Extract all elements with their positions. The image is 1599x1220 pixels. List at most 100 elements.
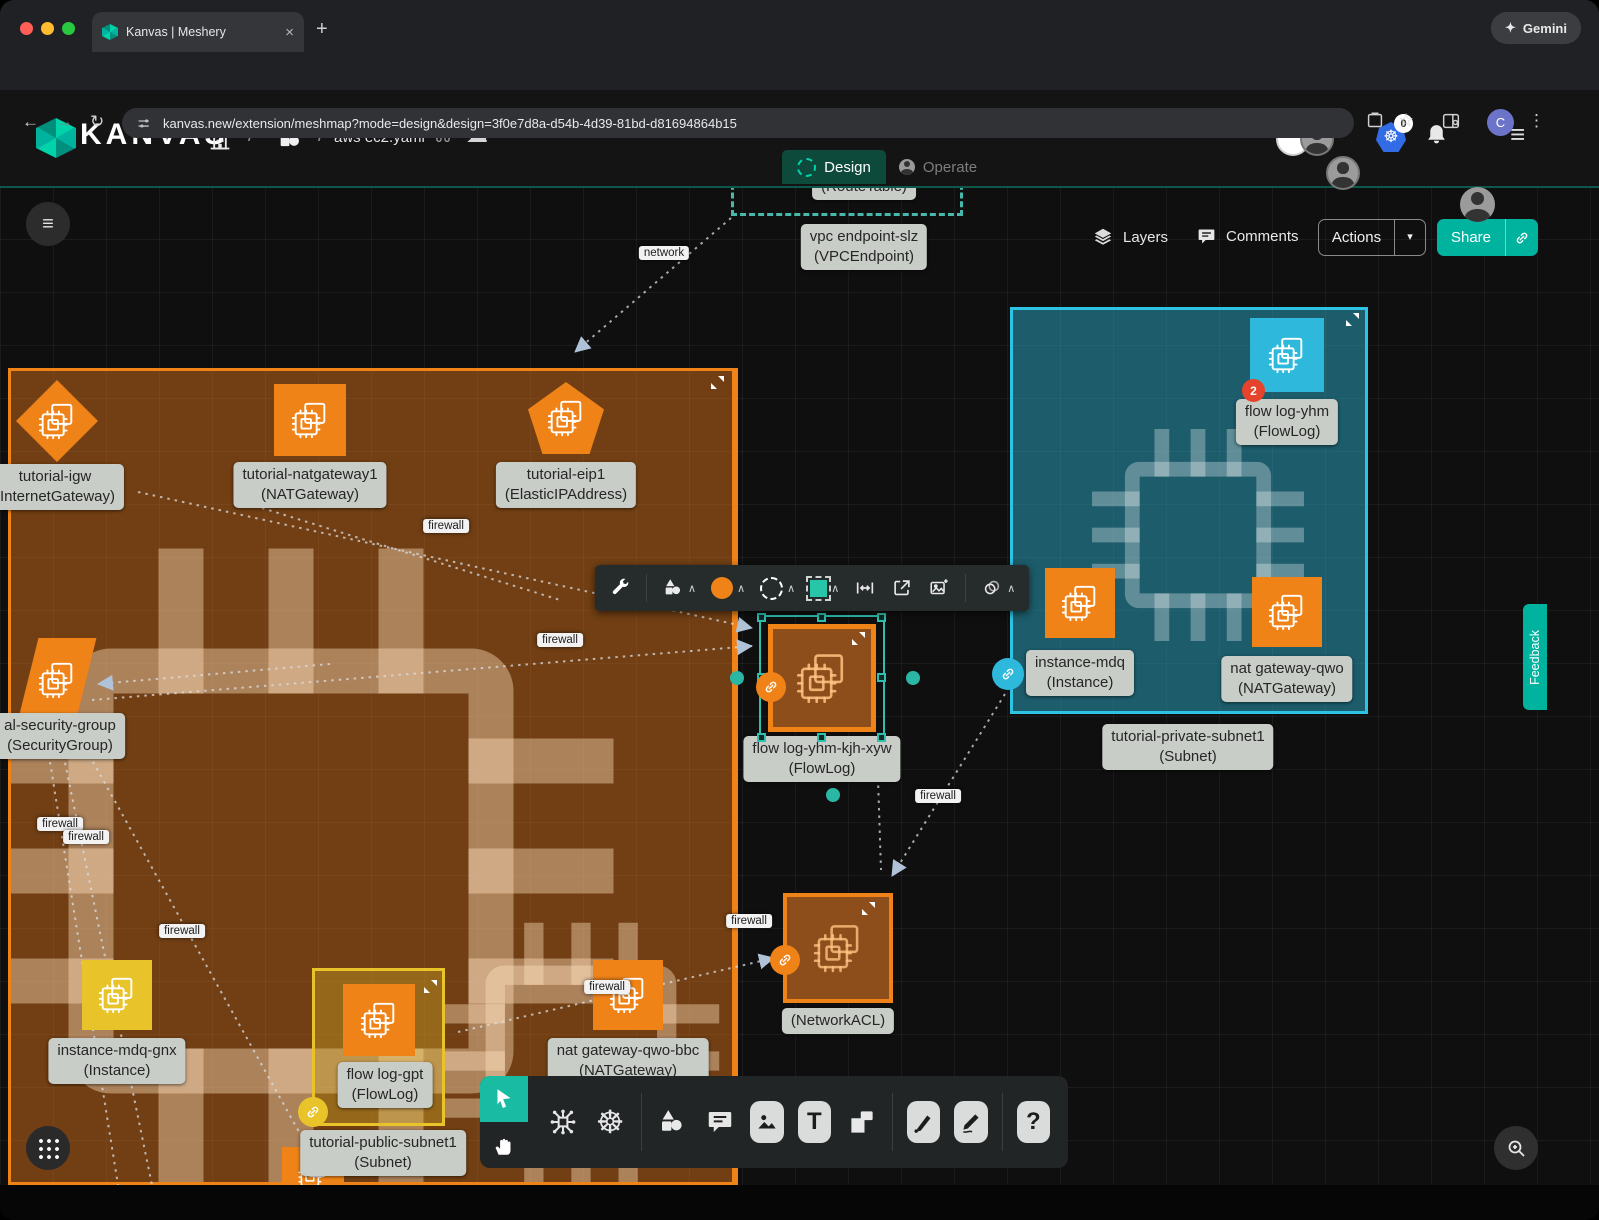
dashed-circle-icon xyxy=(760,577,783,600)
resize-handle-icon[interactable] xyxy=(424,980,437,993)
help-button[interactable]: ? xyxy=(1017,1101,1050,1143)
operate-person-icon xyxy=(899,159,915,175)
chevron-up-icon: ∧ xyxy=(831,582,839,595)
pointer-tool-column xyxy=(480,1076,528,1168)
node-nat-gateway1[interactable] xyxy=(274,384,346,456)
share-button[interactable]: Share xyxy=(1437,219,1538,256)
forward-button[interactable]: → xyxy=(56,112,73,132)
close-window-button[interactable] xyxy=(20,22,33,35)
note-tool[interactable] xyxy=(845,1101,878,1143)
pan-tool-button[interactable] xyxy=(480,1122,528,1168)
node-context-toolbar: ∧ ∧ ∧ ∧ ∧ xyxy=(595,565,1029,611)
gemini-label: Gemini xyxy=(1523,21,1567,36)
comment-tool[interactable] xyxy=(703,1101,736,1143)
comment-icon xyxy=(705,1107,735,1137)
kubernetes-tool[interactable]: ☸ xyxy=(593,1101,626,1143)
address-bar[interactable]: kanvas.new/extension/meshmap?mode=design… xyxy=(122,108,1354,138)
feedback-tab[interactable]: Feedback xyxy=(1523,604,1547,710)
circuit-icon xyxy=(548,1107,578,1137)
selection-handle[interactable] xyxy=(817,613,826,622)
link-badge[interactable] xyxy=(756,672,786,702)
kubernetes-wheel-icon: ☸ xyxy=(596,1103,625,1141)
reload-button[interactable]: ↻ xyxy=(90,112,104,132)
maximize-window-button[interactable] xyxy=(62,22,75,35)
node-nat-gateway-qwo[interactable] xyxy=(1252,577,1322,647)
node-instance-mdq[interactable] xyxy=(1045,568,1115,638)
collaborator-avatar[interactable] xyxy=(1326,156,1360,190)
component-graph-tool[interactable] xyxy=(546,1101,579,1143)
tab-operate[interactable]: Operate xyxy=(886,150,990,184)
link-icon xyxy=(777,952,793,968)
link-icon xyxy=(763,679,779,695)
node-flow-log-gpt[interactable] xyxy=(343,984,415,1056)
edge-pen-tool[interactable] xyxy=(907,1101,940,1143)
browser-profile-avatar[interactable]: C xyxy=(1487,109,1514,136)
feedback-label: Feedback xyxy=(1528,630,1542,685)
node-instance-gnx[interactable] xyxy=(82,960,152,1030)
link-badge[interactable] xyxy=(298,1097,328,1127)
shapes-icon xyxy=(657,1107,687,1137)
apps-grid-button[interactable] xyxy=(26,1126,70,1170)
share-link-icon[interactable] xyxy=(1505,219,1538,256)
guide-dot xyxy=(730,671,744,685)
add-image-button[interactable] xyxy=(928,577,950,599)
layers-label: Layers xyxy=(1123,229,1168,246)
node-nat-gateway-bbc[interactable] xyxy=(593,960,663,1030)
text-tool[interactable]: T xyxy=(798,1101,831,1143)
selection-handle[interactable] xyxy=(757,613,766,622)
fill-color-button[interactable]: ∧ xyxy=(711,577,745,599)
save-page-icon[interactable] xyxy=(1364,110,1386,132)
image-add-icon xyxy=(928,577,950,599)
edge-label: firewall xyxy=(584,980,630,994)
hand-icon xyxy=(491,1132,517,1158)
resize-handle-icon[interactable] xyxy=(852,632,865,645)
side-panel-icon[interactable] xyxy=(1440,110,1462,132)
minimize-window-button[interactable] xyxy=(41,22,54,35)
link-badge[interactable] xyxy=(770,945,800,975)
node-label: instance-mdq(Instance) xyxy=(1026,650,1134,696)
layers-button[interactable]: Layers xyxy=(1092,226,1168,248)
back-button[interactable]: ← xyxy=(22,112,39,132)
open-external-button[interactable] xyxy=(891,577,913,599)
resize-handle-icon[interactable] xyxy=(1346,313,1359,326)
group-style-button[interactable]: ∧ xyxy=(981,577,1015,599)
node-label: vpc endpoint-slz(VPCEndpoint) xyxy=(801,224,927,270)
node-network-acl[interactable] xyxy=(783,893,893,1003)
browser-menu-icon[interactable]: ⋮ xyxy=(1528,111,1545,131)
selection-handle[interactable] xyxy=(757,733,766,742)
configure-tool-button[interactable] xyxy=(609,577,631,599)
chevron-up-icon: ∧ xyxy=(787,582,795,595)
zoom-in-button[interactable] xyxy=(1494,1126,1538,1170)
stroke-style-button[interactable]: ∧ xyxy=(760,577,795,600)
site-info-icon[interactable] xyxy=(136,115,153,132)
link-badge[interactable] xyxy=(992,658,1024,690)
freehand-draw-tool[interactable] xyxy=(954,1101,987,1143)
shapes-tool[interactable] xyxy=(656,1101,689,1143)
comments-button[interactable]: Comments xyxy=(1196,226,1299,247)
canvas-menu-button[interactable]: ≡ xyxy=(26,202,70,246)
edge-label: firewall xyxy=(537,633,583,647)
divider xyxy=(965,574,966,602)
selection-handle[interactable] xyxy=(817,733,826,742)
browser-tab[interactable]: Kanvas | Meshery × xyxy=(92,12,304,52)
resize-handle-icon[interactable] xyxy=(862,902,875,915)
new-tab-button[interactable]: + xyxy=(316,18,328,41)
actions-caret-icon[interactable]: ▾ xyxy=(1394,220,1425,255)
tab-design[interactable]: Design xyxy=(782,150,886,184)
media-tool[interactable] xyxy=(750,1101,783,1143)
gemini-button[interactable]: ✦Gemini xyxy=(1491,12,1581,44)
shape-picker-button[interactable]: ∧ xyxy=(662,577,696,599)
actions-button[interactable]: Actions ▾ xyxy=(1318,219,1426,256)
selection-style-button[interactable]: ∧ xyxy=(810,580,839,597)
selection-handle[interactable] xyxy=(877,733,886,742)
selection-handle[interactable] xyxy=(877,673,886,682)
resize-handle-icon[interactable] xyxy=(711,376,724,389)
tab-close-icon[interactable]: × xyxy=(285,24,294,41)
resize-width-button[interactable] xyxy=(854,577,876,599)
user-avatar[interactable] xyxy=(1460,187,1495,222)
select-tool-button[interactable] xyxy=(480,1076,528,1122)
selection-handle[interactable] xyxy=(877,613,886,622)
node-label: nat gateway-qwo(NATGateway) xyxy=(1221,656,1352,702)
bookmark-star-icon[interactable]: ☆ xyxy=(1398,110,1414,131)
pen-icon xyxy=(911,1109,937,1135)
